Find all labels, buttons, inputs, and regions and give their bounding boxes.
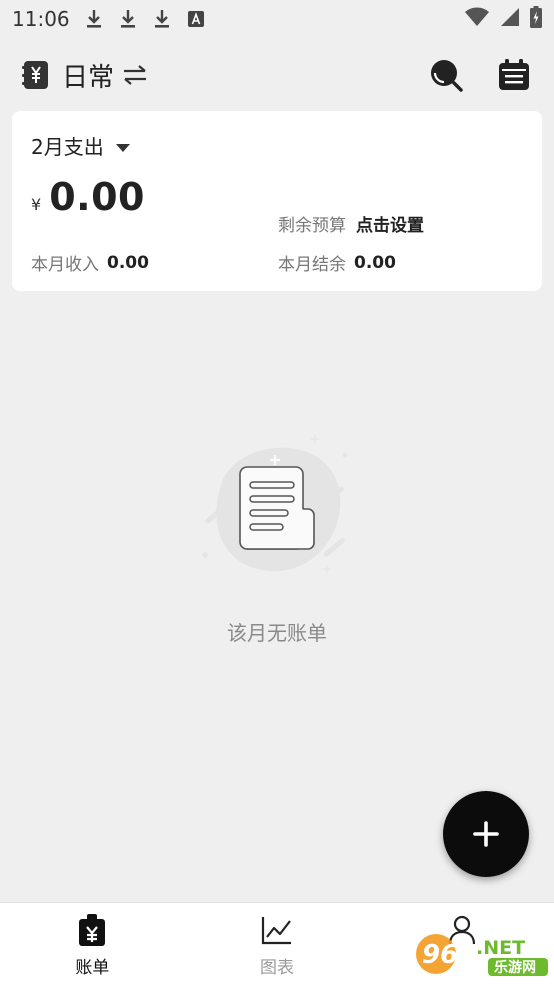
status-time: 11:06 xyxy=(12,7,70,31)
budget-label: 剩余预算 xyxy=(278,216,346,236)
empty-state-text: 该月无账单 xyxy=(227,621,327,645)
balance-label: 本月结余 xyxy=(278,255,346,275)
status-bar: 11:06 xyxy=(0,0,554,38)
caret-down-icon xyxy=(115,143,130,152)
income-label: 本月收入 xyxy=(31,255,99,275)
income-row: 本月收入 0.00 xyxy=(31,250,149,276)
swap-icon[interactable] xyxy=(122,64,148,86)
site-watermark-logo: 962 .NET 乐游网 xyxy=(414,932,550,978)
nav-bills[interactable]: 账单 xyxy=(0,903,185,984)
plus-icon xyxy=(473,821,499,847)
search-icon[interactable] xyxy=(428,57,464,93)
ledger-title[interactable]: 日常 xyxy=(62,57,114,94)
svg-text:962: 962 xyxy=(422,940,476,970)
battery-icon xyxy=(530,5,542,33)
nav-charts-label: 图表 xyxy=(260,958,294,978)
month-label: 2月支出 xyxy=(31,135,104,159)
bill-icon xyxy=(76,913,108,947)
budget-row[interactable]: 剩余预算 点击设置 xyxy=(278,211,424,236)
currency-symbol: ¥ xyxy=(31,195,42,214)
month-selector[interactable]: 2月支出 xyxy=(31,131,130,160)
monthly-summary-card: 2月支出 ¥ 0.00 剩余预算 点击设置 本月收入 0.00 本月结余 0.0… xyxy=(12,111,542,291)
app-bar-actions xyxy=(428,57,532,93)
svg-text:乐游网: 乐游网 xyxy=(494,959,536,976)
expense-amount: 0.00 xyxy=(49,175,145,219)
budget-set-link[interactable]: 点击设置 xyxy=(356,211,424,236)
download-icon xyxy=(84,8,104,30)
expense-total: ¥ 0.00 xyxy=(31,175,145,219)
income-value: 0.00 xyxy=(107,252,149,273)
empty-receipt-icon xyxy=(195,425,355,585)
a-app-icon xyxy=(186,8,206,30)
app-bar: 日常 xyxy=(0,50,554,100)
wifi-icon xyxy=(464,7,490,32)
ledger-book-icon[interactable] xyxy=(22,60,50,90)
add-bill-button[interactable] xyxy=(443,791,529,877)
chart-icon xyxy=(261,913,293,947)
signal-icon xyxy=(500,7,520,32)
status-right xyxy=(464,5,542,33)
nav-charts[interactable]: 图表 xyxy=(185,903,370,984)
calendar-icon[interactable] xyxy=(496,57,532,93)
svg-text:.NET: .NET xyxy=(476,937,525,959)
download-icon xyxy=(118,8,138,30)
nav-bills-label: 账单 xyxy=(75,958,110,978)
balance-value: 0.00 xyxy=(354,252,396,273)
balance-row: 本月结余 0.00 xyxy=(278,250,396,276)
download-icon xyxy=(152,8,172,30)
